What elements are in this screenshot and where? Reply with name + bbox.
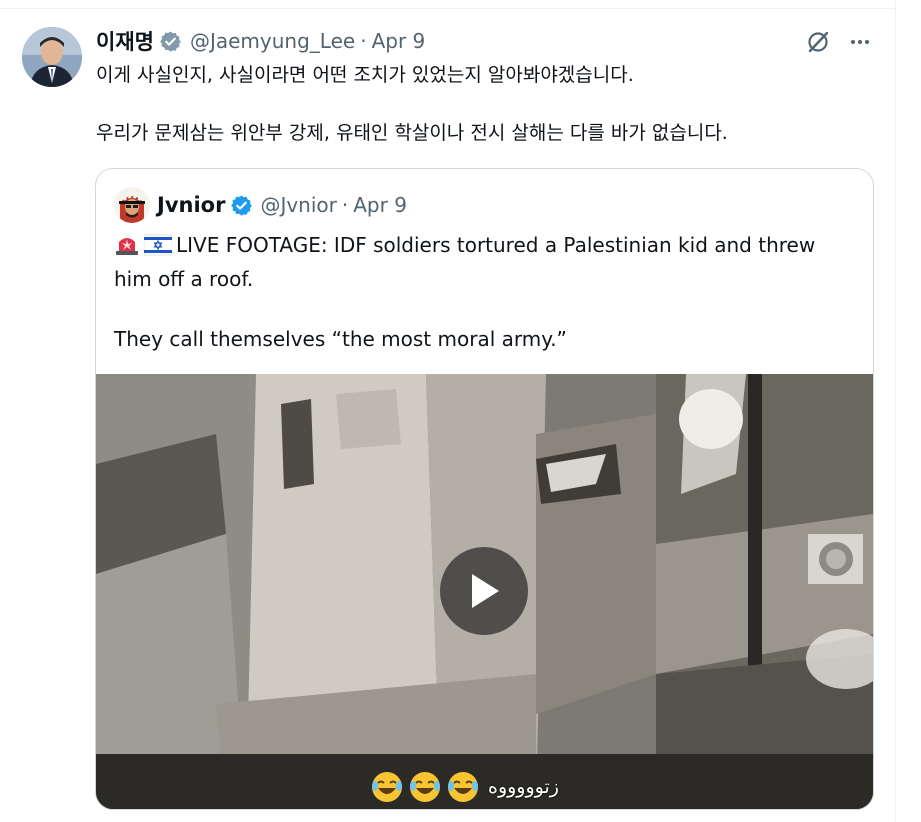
quote-author-name[interactable]: Jvnior [157,193,225,217]
tweet-actions [804,28,874,56]
laughing-crying-emoji-icon [372,772,402,802]
quote-text-line-2: They call themselves “the most moral arm… [114,327,567,351]
tweet-date[interactable]: Apr 9 [372,29,426,53]
police-light-emoji-icon [114,232,140,264]
verified-badge-icon[interactable] [159,30,182,53]
tweet-body: 이게 사실인지, 사실이라면 어떤 조치가 있었는지 알아봐야겠습니다. 우리가… [96,61,876,147]
tweet-header: 이재명 @Jaemyung_Lee · Apr 9 [96,26,425,56]
author-handle[interactable]: @Jaemyung_Lee [190,29,355,53]
israel-flag-emoji-icon [143,234,173,264]
quote-author-avatar[interactable] [114,187,150,223]
grok-icon[interactable] [804,28,832,56]
author-avatar[interactable] [22,27,82,87]
quoted-tweet-card[interactable]: Jvnior @Jvnior · Apr 9 LIVE FOOTAGE: IDF… [95,168,874,810]
quote-text-line-1: LIVE FOOTAGE: IDF soldiers tortured a Pa… [114,233,816,291]
quote-body: LIVE FOOTAGE: IDF soldiers tortured a Pa… [114,230,859,354]
play-button[interactable] [440,547,528,635]
blue-verified-badge-icon[interactable] [230,194,253,217]
more-dots-icon[interactable] [846,28,874,56]
separator-dot: · [360,29,367,53]
top-divider [0,8,895,9]
video-caption: زتوووووه [370,769,559,805]
right-divider [895,0,896,822]
quote-header: Jvnior @Jvnior · Apr 9 [114,187,407,223]
quote-text-line-1-wrap: LIVE FOOTAGE: IDF soldiers tortured a Pa… [114,230,859,294]
video-player[interactable]: زتوووووه [96,374,873,809]
laughing-crying-emoji-icon [448,772,478,802]
play-icon [472,574,499,608]
quote-separator-dot: · [341,193,349,217]
laughing-crying-emoji-icon [410,772,440,802]
tweet-text-line-2: 우리가 문제삼는 위안부 강제, 유태인 학살이나 전시 살해는 다를 바가 없… [96,122,728,144]
tweet-text-line-1: 이게 사실인지, 사실이라면 어떤 조치가 있었는지 알아봐야겠습니다. [96,64,634,86]
quote-date[interactable]: Apr 9 [353,193,407,217]
author-name[interactable]: 이재명 [96,26,154,56]
video-caption-text: زتوووووه [488,776,559,798]
quote-author-handle[interactable]: @Jvnior [260,193,336,217]
